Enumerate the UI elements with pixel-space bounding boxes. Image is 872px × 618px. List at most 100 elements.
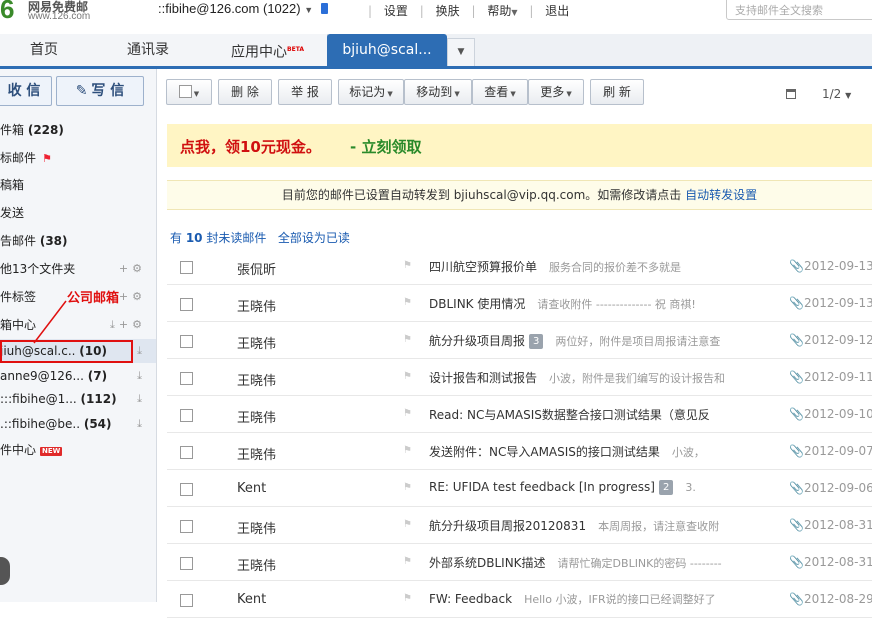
sidebar-item-mailbox-3[interactable]: :::fibihe@1... (112) ⤓: [0, 387, 156, 411]
email-sender: 王晓伟: [237, 300, 277, 315]
mark-as-button[interactable]: 标记为 ▼: [338, 79, 404, 105]
email-subject-area[interactable]: 四川航空预算报价单 服务合同的报价差不多就是: [429, 258, 791, 275]
logo-icon[interactable]: 6: [0, 0, 14, 25]
mark-all-read-link[interactable]: 全部设为已读: [278, 231, 350, 245]
tab-home[interactable]: 首页: [0, 34, 89, 66]
email-subject-area[interactable]: 外部系统DBLINK描述 请帮忙确定DBLINK的密码 --------: [429, 554, 791, 571]
tab-app-center[interactable]: 应用中心BETA: [208, 34, 328, 66]
refresh-button[interactable]: 刷 新: [590, 79, 644, 105]
email-row[interactable]: 王晓伟 ⚑ 航分升级项目周报20120831 本周周报，请注意查收附 📎 2012-08-…: [167, 508, 872, 544]
help-link[interactable]: 帮助▼: [487, 4, 517, 18]
pager[interactable]: 1/2 ▼: [822, 87, 851, 101]
email-preview: 3.: [685, 481, 696, 494]
email-subject-area[interactable]: Read: NC与AMASIS数据整合接口测试结果（意见反: [429, 406, 791, 423]
promo-banner[interactable]: 点我，领10元现金。 - 立刻领取: [167, 124, 872, 167]
new-badge: NEW: [40, 447, 63, 456]
row-checkbox[interactable]: [180, 557, 193, 570]
divider: |: [419, 4, 424, 18]
email-subject-area[interactable]: 发送附件：NC导入AMASIS的接口测试结果 小波，: [429, 443, 791, 460]
flag-icon[interactable]: ⚑: [403, 445, 412, 456]
search-input[interactable]: 支持邮件全文搜索: [726, 0, 872, 20]
flag-icon[interactable]: ⚑: [403, 593, 412, 604]
unread-bar: 有 10 封未读邮件 全部设为已读: [170, 229, 350, 246]
tab-more-dropdown[interactable]: ▼: [447, 38, 475, 66]
email-subject: Read: NC与AMASIS数据整合接口测试结果（意见反: [429, 408, 710, 422]
move-to-button[interactable]: 移动到 ▼: [404, 79, 472, 105]
sidebar-item-count: (112): [80, 392, 117, 406]
row-checkbox[interactable]: [180, 483, 193, 496]
sidebar-item-label: anne9@126...: [0, 369, 88, 383]
email-row[interactable]: 王晓伟 ⚑ 发送附件：NC导入AMASIS的接口测试结果 小波， 📎 2012-09-07: [167, 434, 872, 470]
email-row[interactable]: 王晓伟 ⚑ 外部系统DBLINK描述 请帮忙确定DBLINK的密码 -------- 📎…: [167, 545, 872, 581]
attachment-icon: 📎: [789, 592, 804, 606]
download-icon[interactable]: ⤓: [137, 412, 146, 436]
email-date: 2012-08-29: [804, 592, 872, 606]
email-row[interactable]: Kent ⚑ FW: Feedback Hello 小波，IFR说的接口已经调整好了 📎…: [167, 582, 872, 618]
email-date: 2012-09-06: [804, 481, 872, 495]
email-subject-area[interactable]: 航分升级项目周报 3 两位好，附件是项目周报请注意查: [429, 332, 791, 349]
more-button[interactable]: 更多 ▼: [528, 79, 584, 105]
download-icon[interactable]: ⤓: [137, 387, 146, 411]
delete-button[interactable]: 删 除: [218, 79, 272, 105]
attachment-icon: 📎: [789, 518, 804, 532]
email-subject-area[interactable]: RE: UFIDA test feedback [In progress] 2 3.: [429, 480, 791, 495]
email-subject-area[interactable]: FW: Feedback Hello 小波，IFR说的接口已经调整好了: [429, 591, 791, 607]
account-switcher[interactable]: ::fibihe@126.com (1022) ▼: [158, 1, 332, 16]
flag-icon[interactable]: ⚑: [403, 334, 412, 345]
email-row[interactable]: Kent ⚑ RE: UFIDA test feedback [In progres…: [167, 471, 872, 507]
report-button[interactable]: 举 报: [278, 79, 332, 105]
row-checkbox[interactable]: [180, 409, 193, 422]
email-row[interactable]: 王晓伟 ⚑ 航分升级项目周报 3 两位好，附件是项目周报请注意查 📎 2012-09-12: [167, 323, 872, 359]
email-subject-area[interactable]: DBLINK 使用情况 请查收附件 -------------- 祝 商祺!: [429, 295, 791, 312]
row-checkbox[interactable]: [180, 261, 193, 274]
promo-link[interactable]: - 立刻领取: [350, 136, 421, 157]
email-date: 2012-09-12: [804, 333, 872, 347]
email-subject: 四川航空预算报价单: [429, 260, 538, 274]
settings-link[interactable]: 设置: [384, 4, 408, 18]
email-row[interactable]: 王晓伟 ⚑ Read: NC与AMASIS数据整合接口测试结果（意见反 📎 2012-0…: [167, 397, 872, 433]
email-subject-area[interactable]: 航分升级项目周报20120831 本周周报，请注意查收附: [429, 517, 791, 534]
top-links: | 设置 | 换肤 | 帮助▼ | 退出: [360, 2, 569, 19]
email-row[interactable]: 王晓伟 ⚑ DBLINK 使用情况 请查收附件 -------------- 祝 商祺…: [167, 286, 872, 322]
chevron-down-icon: ▼: [454, 90, 460, 98]
floating-widget-icon[interactable]: [0, 557, 10, 585]
row-checkbox[interactable]: [180, 298, 193, 311]
chevron-down-icon: ▼: [845, 91, 852, 100]
sidebar-item-file-center[interactable]: 件中心 NEW: [0, 438, 156, 462]
row-checkbox[interactable]: [180, 372, 193, 385]
unread-count: 10: [185, 231, 203, 245]
row-checkbox[interactable]: [180, 594, 193, 607]
forward-settings-link[interactable]: 自动转发设置: [685, 188, 757, 202]
email-row[interactable]: 張侃昕 ⚑ 四川航空预算报价单 服务合同的报价差不多就是 📎 2012-09-13: [167, 249, 872, 285]
sidebar-item-mailbox-4[interactable]: .::fibihe@be.. (54) ⤓: [0, 412, 156, 436]
account-name: ::fibihe@126.com: [158, 1, 260, 16]
row-checkbox[interactable]: [180, 335, 193, 348]
select-all-dropdown[interactable]: ▼: [166, 79, 212, 105]
flag-icon[interactable]: ⚑: [403, 482, 412, 493]
tab-contacts[interactable]: 通讯录: [88, 34, 209, 66]
logout-link[interactable]: 退出: [545, 4, 569, 18]
flag-icon[interactable]: ⚑: [403, 371, 412, 382]
flag-icon[interactable]: ⚑: [403, 297, 412, 308]
row-checkbox[interactable]: [180, 520, 193, 533]
mobile-icon[interactable]: [320, 3, 328, 14]
skin-link[interactable]: 换肤: [436, 4, 460, 18]
email-preview: 请帮忙确定DBLINK的密码 --------: [557, 557, 722, 570]
flag-icon[interactable]: ⚑: [403, 519, 412, 530]
email-row[interactable]: 王晓伟 ⚑ 设计报告和测试报告 小波，附件是我们编写的设计报告和 📎 2012-09-11: [167, 360, 872, 396]
row-checkbox[interactable]: [180, 446, 193, 459]
mark-as-label: 标记为: [349, 85, 386, 99]
flag-icon[interactable]: ⚑: [403, 260, 412, 271]
top-bar: 6 网易免费邮 www.126.com ::fibihe@126.com (10…: [0, 0, 872, 34]
unread-suffix[interactable]: 封未读邮件: [203, 231, 266, 245]
chevron-down-icon: ▼: [511, 8, 518, 17]
flag-icon[interactable]: ⚑: [403, 556, 412, 567]
unread-prefix: 有: [170, 231, 186, 245]
flag-icon[interactable]: ⚑: [403, 408, 412, 419]
tab-mailbox-label: bjiuh@scal...: [342, 42, 432, 58]
email-sender: 王晓伟: [237, 337, 277, 352]
email-subject-area[interactable]: 设计报告和测试报告 小波，附件是我们编写的设计报告和: [429, 369, 791, 386]
view-button[interactable]: 查看 ▼: [472, 79, 528, 105]
tab-mailbox-active[interactable]: bjiuh@scal...: [327, 34, 447, 66]
calendar-icon[interactable]: [786, 89, 796, 99]
